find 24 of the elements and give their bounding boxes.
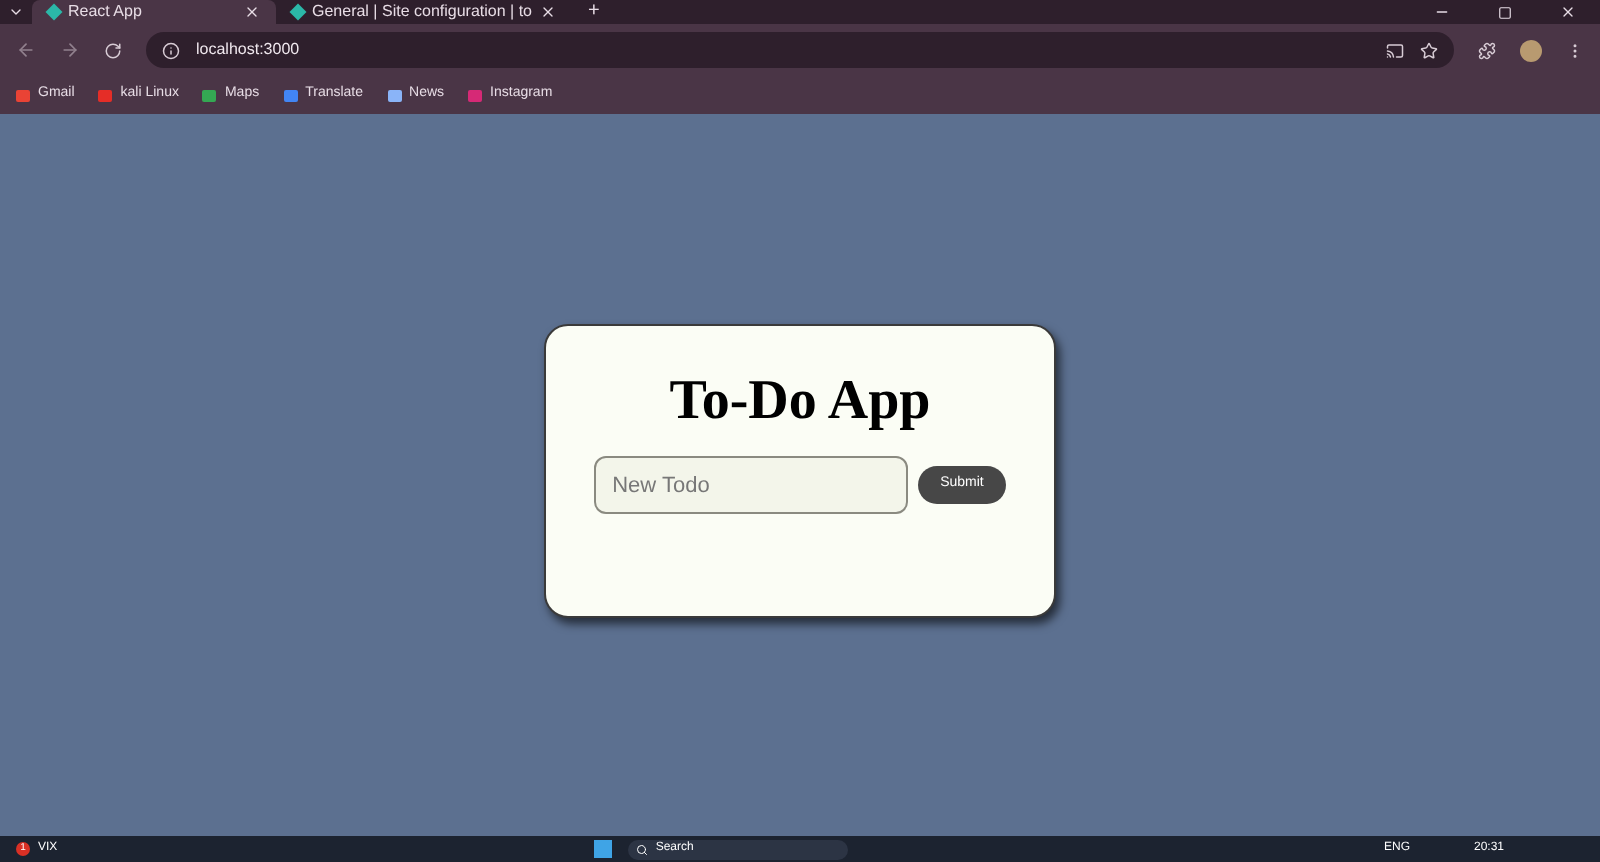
address-bar[interactable]: localhost:3000 bbox=[146, 32, 1454, 68]
close-icon[interactable] bbox=[540, 4, 556, 20]
bookmark-star-icon[interactable] bbox=[1420, 41, 1438, 59]
browser-tab[interactable]: React App bbox=[32, 0, 276, 24]
browser-tab[interactable]: General | Site configuration | to bbox=[276, 0, 572, 24]
tab-title: React App bbox=[68, 0, 144, 24]
new-tab-button[interactable]: + bbox=[580, 0, 608, 24]
tab-favicon-icon bbox=[45, 3, 63, 21]
tab-favicon-icon bbox=[289, 3, 307, 21]
site-info-icon[interactable] bbox=[162, 41, 180, 59]
url-text: localhost:3000 bbox=[196, 38, 300, 62]
chevron-icon bbox=[8, 4, 24, 20]
cast-icon[interactable] bbox=[1386, 41, 1404, 59]
start-icon[interactable] bbox=[593, 840, 612, 858]
extensions-icon[interactable] bbox=[1478, 41, 1496, 59]
todo-input[interactable]: New Todo bbox=[594, 456, 909, 514]
app-title: To-Do App bbox=[669, 370, 931, 434]
maximize-icon[interactable] bbox=[1498, 6, 1512, 20]
close-icon[interactable] bbox=[244, 4, 260, 20]
tab-title: General | Site configuration | to bbox=[312, 0, 532, 24]
reload-icon[interactable] bbox=[104, 41, 122, 59]
profile-avatar[interactable] bbox=[1520, 39, 1542, 61]
close-window-icon[interactable] bbox=[1560, 4, 1576, 20]
search-icon bbox=[635, 843, 648, 855]
